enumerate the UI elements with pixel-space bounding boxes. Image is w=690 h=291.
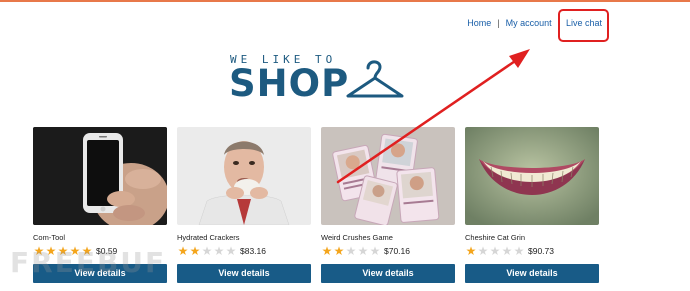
- product-image[interactable]: [177, 127, 311, 225]
- star-icon: ★: [57, 244, 69, 258]
- product-card: Weird Crushes Game ★ ★ ★ ★ ★ $70.16 View…: [321, 127, 455, 285]
- star-icon: ★: [321, 244, 333, 258]
- star-icon: ★: [69, 244, 81, 258]
- product-price: $70.16: [384, 246, 410, 256]
- view-details-button[interactable]: View details: [33, 264, 167, 283]
- product-price: $83.16: [240, 246, 266, 256]
- product-price: $90.73: [528, 246, 554, 256]
- star-icon: ★: [45, 244, 57, 258]
- product-card: Com-Tool ★ ★ ★ ★ ★ $0.59 View details: [33, 127, 167, 285]
- view-details-button[interactable]: View details: [465, 264, 599, 283]
- star-icon: ★: [201, 244, 213, 258]
- product-rating: ★ ★ ★ ★ ★ $70.16: [321, 244, 410, 258]
- product-rating: ★ ★ ★ ★ ★ $83.16: [177, 244, 266, 258]
- view-details-button[interactable]: View details: [177, 264, 311, 283]
- star-icon: ★: [357, 244, 369, 258]
- page: Home | My account | Live chat WE LIKE TO…: [0, 0, 690, 291]
- product-card: Hydrated Crackers ★ ★ ★ ★ ★ $83.16 View …: [177, 127, 311, 285]
- product-image[interactable]: [33, 127, 167, 225]
- top-border: [0, 0, 690, 2]
- product-card: Cheshire Cat Grin ★ ★ ★ ★ ★ $90.73 View …: [465, 127, 599, 285]
- hanger-icon: [346, 60, 404, 98]
- star-icon: ★: [477, 244, 489, 258]
- product-name[interactable]: Hydrated Crackers: [177, 233, 240, 242]
- star-icon: ★: [333, 244, 345, 258]
- product-rating: ★ ★ ★ ★ ★ $90.73: [465, 244, 554, 258]
- product-grid: Com-Tool ★ ★ ★ ★ ★ $0.59 View details Hy…: [33, 127, 613, 287]
- star-icon: ★: [489, 244, 501, 258]
- logo-wordmark: SHOP: [229, 62, 350, 105]
- view-details-button[interactable]: View details: [321, 264, 455, 283]
- nav-home-link[interactable]: Home: [467, 18, 491, 28]
- star-icon: ★: [213, 244, 225, 258]
- product-name[interactable]: Com-Tool: [33, 233, 65, 242]
- star-icon: ★: [513, 244, 525, 258]
- site-logo[interactable]: WE LIKE TO SHOP: [228, 50, 408, 106]
- nav-my-account-link[interactable]: My account: [506, 18, 552, 28]
- nav-separator: |: [497, 18, 500, 28]
- star-icon: ★: [465, 244, 477, 258]
- star-icon: ★: [33, 244, 45, 258]
- star-icon: ★: [177, 244, 189, 258]
- star-icon: ★: [225, 244, 237, 258]
- star-icon: ★: [501, 244, 513, 258]
- product-image[interactable]: [321, 127, 455, 225]
- star-icon: ★: [81, 244, 93, 258]
- product-name[interactable]: Weird Crushes Game: [321, 233, 393, 242]
- star-icon: ★: [345, 244, 357, 258]
- live-chat-highlight-box: [558, 9, 609, 42]
- product-price: $0.59: [96, 246, 118, 256]
- star-icon: ★: [369, 244, 381, 258]
- product-image[interactable]: [465, 127, 599, 225]
- product-name[interactable]: Cheshire Cat Grin: [465, 233, 525, 242]
- star-icon: ★: [189, 244, 201, 258]
- product-rating: ★ ★ ★ ★ ★ $0.59: [33, 244, 118, 258]
